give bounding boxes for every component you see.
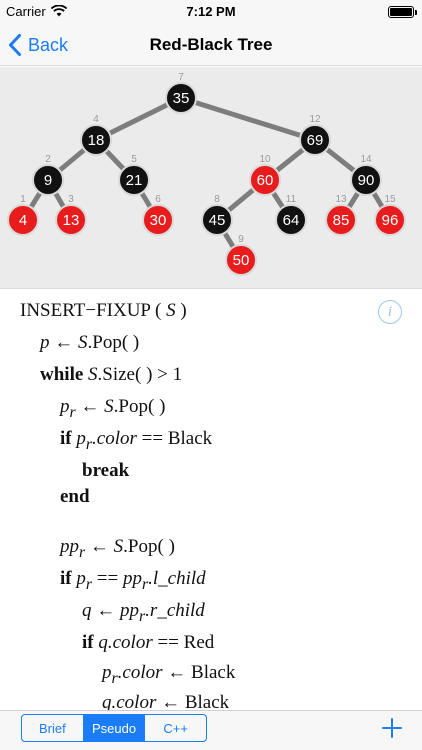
node-key: 9 — [44, 172, 52, 189]
tree-node: 7 35 — [165, 72, 197, 114]
pseudocode-panel: INSERT−FIXUP ( S ) i p ← S.Pop( ) while … — [0, 290, 422, 710]
tree-node: 4 18 — [80, 114, 112, 156]
tree-view: 7 35 4 18 12 69 2 9 5 21 10 60 14 90 1 4 3 13 6 30 8 45 11 64 13… — [0, 67, 422, 289]
tree-edge — [180, 95, 316, 143]
node-key: 35 — [173, 90, 190, 107]
tree-node: 10 60 — [249, 154, 281, 196]
node-key: 30 — [150, 212, 167, 229]
code-line: p ← S.Pop( ) — [40, 332, 140, 353]
node-index: 11 — [286, 194, 297, 205]
code-line: if pr == ppr.l_child — [60, 568, 206, 593]
node-index: 5 — [131, 154, 137, 165]
clock: 7:12 PM — [186, 4, 236, 19]
node-index: 13 — [335, 194, 347, 205]
code-line: if q.color == Red — [82, 632, 215, 653]
tree-node: 8 45 — [201, 194, 233, 236]
code-line: q ← ppr.r_child — [82, 600, 205, 625]
function-name: INSERT−FIXUP — [20, 300, 151, 321]
battery-icon — [388, 6, 417, 18]
node-index: 7 — [178, 72, 184, 83]
node-index: 4 — [93, 114, 99, 125]
add-icon[interactable] — [381, 714, 403, 742]
bottom-toolbar: Brief Pseudo C++ — [0, 710, 422, 750]
node-index: 15 — [384, 194, 396, 205]
node-index: 12 — [309, 114, 321, 125]
code-line-header: INSERT−FIXUP ( S ) — [20, 300, 187, 321]
node-index: 6 — [155, 194, 161, 205]
node-index: 9 — [238, 234, 244, 245]
node-index: 1 — [20, 194, 26, 205]
red-black-tree: 7354181269295211060149014313630845116413… — [7, 72, 406, 276]
node-key: 13 — [63, 212, 80, 229]
code-line: ppr ← S.Pop( ) — [60, 536, 175, 561]
node-index: 2 — [45, 154, 51, 165]
tree-node: 5 21 — [118, 154, 150, 196]
code-line: while S.Size( ) > 1 — [40, 364, 183, 385]
code-line: q.color ← Black — [102, 692, 230, 710]
view-mode-segmented-control: Brief Pseudo C++ — [21, 714, 207, 742]
node-index: 3 — [68, 194, 74, 205]
node-key: 60 — [257, 172, 274, 189]
code-line: break — [82, 460, 130, 481]
node-key: 85 — [333, 212, 350, 229]
node-index: 10 — [259, 154, 271, 165]
code-line: pr.color ← Black — [102, 662, 236, 687]
node-key: 50 — [233, 252, 250, 269]
node-key: 4 — [19, 212, 27, 229]
node-key: 21 — [126, 172, 143, 189]
page-title: Red-Black Tree — [149, 35, 273, 54]
segment-cpp[interactable]: C++ — [145, 715, 206, 741]
tree-node: 14 90 — [350, 154, 382, 196]
segment-pseudo[interactable]: Pseudo — [83, 715, 146, 741]
code-line: pr ← S.Pop( ) — [60, 396, 166, 421]
node-key: 96 — [382, 212, 399, 229]
node-key: 64 — [283, 212, 300, 229]
node-key: 18 — [88, 132, 105, 149]
navigation-bar: Back Red-Black Tree — [0, 24, 422, 66]
segment-brief[interactable]: Brief — [22, 715, 84, 741]
status-bar: Carrier 7:12 PM — [0, 0, 422, 24]
node-index: 8 — [214, 194, 220, 205]
info-icon[interactable]: i — [378, 300, 402, 324]
node-key: 45 — [209, 212, 226, 229]
code-line: end — [60, 486, 90, 507]
node-key: 69 — [307, 132, 324, 149]
node-index: 14 — [360, 154, 372, 165]
node-key: 90 — [358, 172, 375, 189]
code-line: if pr.color == Black — [60, 428, 213, 453]
tree-node: 12 69 — [299, 114, 331, 156]
tree-node: 29 — [32, 154, 64, 196]
